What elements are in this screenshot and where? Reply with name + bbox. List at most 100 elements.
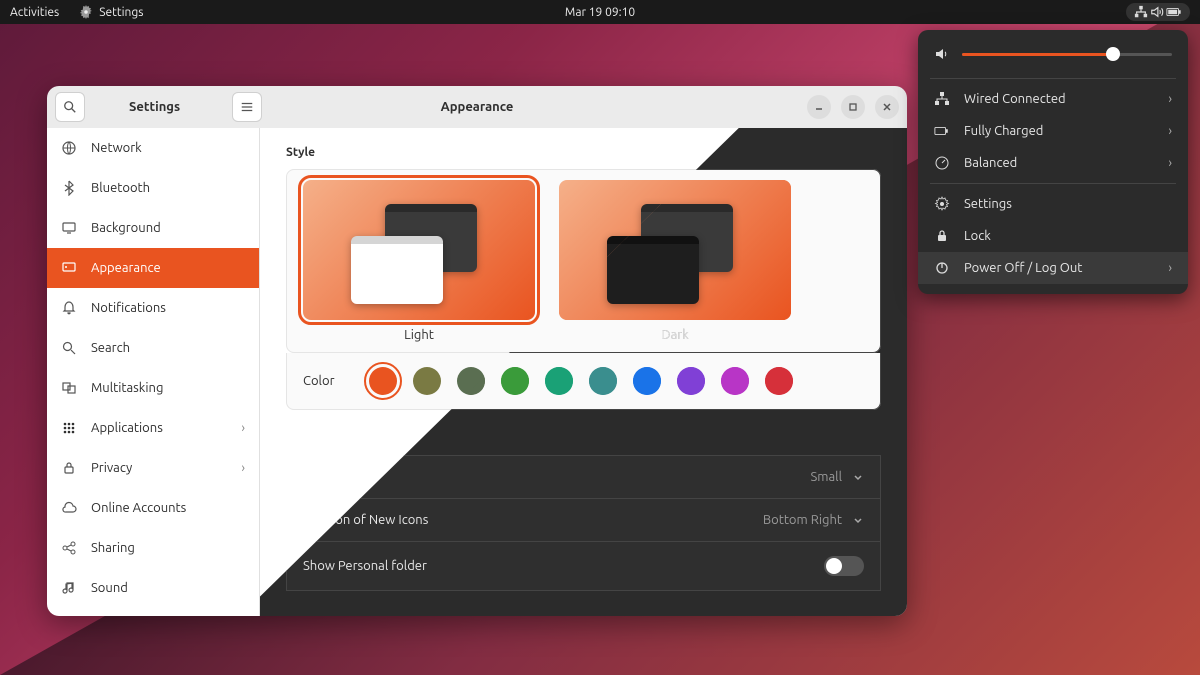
maximize-icon	[848, 102, 858, 112]
color-label: Color	[303, 374, 349, 388]
battery-icon	[934, 123, 950, 139]
color-swatch[interactable]	[545, 367, 573, 395]
style-label-light: Light	[404, 328, 434, 342]
content-pane: Style Light Dark Color	[260, 128, 907, 616]
sidebar-item-label: Notifications	[91, 301, 166, 315]
color-swatch[interactable]	[501, 367, 529, 395]
volume-slider[interactable]	[918, 40, 1188, 74]
globe-icon	[61, 140, 77, 156]
chevron-right-icon: ›	[241, 461, 245, 475]
desktop-personal-row: Show Personal folder	[286, 542, 881, 591]
sidebar-item-search[interactable]: Search	[47, 328, 259, 368]
color-swatch[interactable]	[633, 367, 661, 395]
sidebar-title: Settings	[129, 100, 180, 114]
personal-folder-toggle[interactable]	[824, 556, 864, 576]
sidebar-item-bluetooth[interactable]: Bluetooth	[47, 168, 259, 208]
chevron-right-icon: ›	[1168, 156, 1172, 170]
sidebar-item-label: Privacy	[91, 461, 132, 475]
menu-item-lock[interactable]: Lock	[918, 220, 1188, 252]
lock-icon	[61, 460, 77, 476]
music-icon	[61, 580, 77, 596]
sidebar-item-label: Network	[91, 141, 142, 155]
sidebar-item-label: Applications	[91, 421, 163, 435]
chevron-right-icon: ›	[241, 421, 245, 435]
search-icon	[61, 340, 77, 356]
sidebar-item-multitasking[interactable]: Multitasking	[47, 368, 259, 408]
menu-item-settings[interactable]: Settings	[918, 188, 1188, 220]
battery-icon	[1166, 5, 1182, 19]
menu-button[interactable]	[232, 92, 262, 122]
sidebar-item-label: Background	[91, 221, 161, 235]
system-tray[interactable]	[1126, 3, 1190, 21]
sidebar-item-online-accounts[interactable]: Online Accounts	[47, 488, 259, 528]
sidebar-item-label: Search	[91, 341, 130, 355]
power-icon	[934, 260, 950, 276]
sidebar-item-label: Sound	[91, 581, 128, 595]
menu-item-wired[interactable]: Wired Connected ›	[918, 83, 1188, 115]
activities-button[interactable]: Activities	[10, 6, 59, 19]
sidebar-item-applications[interactable]: Applications ›	[47, 408, 259, 448]
chevron-right-icon: ›	[1168, 124, 1172, 138]
menu-label: Balanced	[964, 156, 1017, 170]
minimize-icon	[814, 102, 824, 112]
menu-label: Wired Connected	[964, 92, 1066, 106]
sidebar-item-notifications[interactable]: Notifications	[47, 288, 259, 328]
settings-icon	[79, 5, 93, 19]
menu-label: Settings	[964, 197, 1012, 211]
cloud-icon	[61, 500, 77, 516]
app-menu-label: Settings	[99, 6, 143, 19]
menu-item-battery[interactable]: Fully Charged ›	[918, 115, 1188, 147]
menu-label: Lock	[964, 229, 991, 243]
menu-item-power[interactable]: Power Off / Log Out›	[918, 252, 1188, 284]
minimize-button[interactable]	[807, 95, 831, 119]
sidebar-item-network[interactable]: Network	[47, 128, 259, 168]
color-swatch[interactable]	[765, 367, 793, 395]
sidebar-item-privacy[interactable]: Privacy ›	[47, 448, 259, 488]
network-icon	[934, 91, 950, 107]
display-icon	[61, 220, 77, 236]
window-title: Appearance	[441, 100, 514, 114]
close-button[interactable]	[875, 95, 899, 119]
bell-icon	[61, 300, 77, 316]
chevron-down-icon	[852, 471, 864, 483]
chevron-right-icon: ›	[1168, 92, 1172, 106]
sidebar-item-label: Sharing	[91, 541, 135, 555]
sidebar-item-label: Appearance	[91, 261, 161, 275]
color-swatch[interactable]	[369, 367, 397, 395]
style-label-dark: Dark	[661, 328, 688, 342]
bluetooth-icon	[61, 180, 77, 196]
desktop-position-row[interactable]: Position of New Icons Bottom Right	[286, 499, 881, 542]
sidebar-item-sound[interactable]: Sound	[47, 568, 259, 608]
sidebar-item-label: Bluetooth	[91, 181, 150, 195]
sidebar-item-appearance[interactable]: Appearance	[47, 248, 259, 288]
gauge-icon	[934, 155, 950, 171]
color-swatch[interactable]	[721, 367, 749, 395]
system-menu-popover: Wired Connected › Fully Charged › Balanced…	[918, 30, 1188, 294]
sidebar-item-sharing[interactable]: Sharing	[47, 528, 259, 568]
clock[interactable]: Mar 19 09:10	[565, 6, 635, 19]
color-swatch[interactable]	[677, 367, 705, 395]
lock-icon	[934, 228, 950, 244]
sidebar-item-background[interactable]: Background	[47, 208, 259, 248]
menu-label: Power Off / Log Out	[964, 261, 1082, 275]
style-option-light[interactable]: Light	[303, 180, 535, 342]
sidebar-item-label: Online Accounts	[91, 501, 186, 515]
app-menu[interactable]: Settings	[79, 5, 143, 19]
hamburger-icon	[240, 100, 254, 114]
menu-label: Fully Charged	[964, 124, 1043, 138]
appearance-icon	[61, 260, 77, 276]
maximize-button[interactable]	[841, 95, 865, 119]
volume-icon	[934, 46, 950, 62]
gear-icon	[934, 196, 950, 212]
chevron-down-icon	[852, 514, 864, 526]
search-button[interactable]	[55, 92, 85, 122]
color-swatch[interactable]	[589, 367, 617, 395]
volume-icon	[1150, 5, 1164, 19]
row-value: Bottom Right	[763, 513, 842, 527]
menu-item-power-mode[interactable]: Balanced ›	[918, 147, 1188, 179]
share-icon	[61, 540, 77, 556]
search-icon	[63, 100, 77, 114]
color-swatch[interactable]	[413, 367, 441, 395]
top-bar: Activities Settings Mar 19 09:10	[0, 0, 1200, 24]
row-label: Show Personal folder	[303, 559, 427, 573]
